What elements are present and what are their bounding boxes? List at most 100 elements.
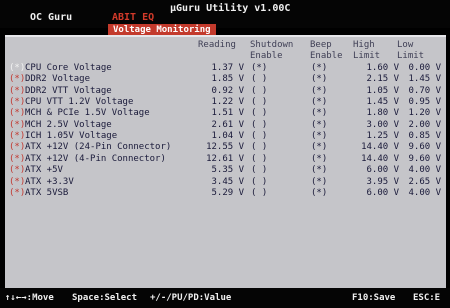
monitor-toggle[interactable]: (*) [9,131,25,142]
voltage-reading: 12.55 V [206,142,244,153]
monitor-toggle[interactable]: (*) [9,154,25,165]
voltage-reading: 1.85 V [211,74,244,85]
low-limit-value[interactable]: 9.60 V [399,142,441,153]
shutdown-toggle[interactable]: ( ) [251,131,267,142]
low-limit-value[interactable]: 0.00 V [399,63,441,74]
beep-toggle[interactable]: (*) [311,142,327,153]
monitor-toggle[interactable]: (*) [9,188,25,199]
app-title: μGuru Utility v1.00C [170,3,291,14]
beep-toggle[interactable]: (*) [311,86,327,97]
low-limit-value[interactable]: 0.70 V [399,86,441,97]
title-bar: μGuru Utility v1.00C OC Guru ABIT EQ [0,0,450,28]
voltage-row[interactable]: (*) ATX +12V (24-Pin Connector) 12.55 V( )… [5,142,446,153]
hint-exit: ESC:E [413,293,441,303]
shutdown-toggle[interactable]: (*) [251,63,267,74]
beep-toggle[interactable]: (*) [311,188,327,199]
low-limit-value[interactable]: 4.00 V [399,188,441,199]
high-limit-value[interactable]: 1.80 V [351,108,399,119]
low-limit-value[interactable]: 0.95 V [399,97,441,108]
shutdown-toggle[interactable]: ( ) [251,120,267,131]
monitor-toggle[interactable]: (*) [9,120,25,131]
voltage-reading: 1.04 V [211,131,244,142]
voltage-reading: 2.61 V [211,119,244,130]
shutdown-toggle[interactable]: ( ) [251,86,267,97]
high-limit-value[interactable]: 14.40 V [351,142,399,153]
low-limit-value[interactable]: 0.85 V [399,131,441,142]
monitor-toggle[interactable]: (*) [9,86,25,97]
voltage-reading: 5.35 V [211,165,244,176]
shutdown-toggle[interactable]: ( ) [251,154,267,165]
monitor-toggle[interactable]: (*) [9,97,25,108]
voltage-row[interactable]: (*) CPU VTT 1.2V Voltage 1.22 V( ) (*) 1.45 … [5,97,446,108]
high-limit-value[interactable]: 1.25 V [351,131,399,142]
beep-toggle[interactable]: (*) [311,165,327,176]
low-limit-value[interactable]: 2.00 V [399,120,441,131]
voltage-row[interactable]: (*) ATX +12V (4-Pin Connector) 12.61 V( )(… [5,154,446,165]
voltage-label: DDR2 Voltage [25,74,91,85]
high-limit-value[interactable]: 14.40 V [351,154,399,165]
low-limit-value[interactable]: 9.60 V [399,154,441,165]
voltage-row[interactable]: (*) DDR2 Voltage 1.85 V( ) (*) 2.15 V 1.45 V [5,74,446,85]
menu-oc-guru[interactable]: OC Guru [30,12,72,23]
shutdown-toggle[interactable]: ( ) [251,165,267,176]
high-limit-value[interactable]: 3.00 V [351,120,399,131]
voltage-label: ATX 5VSB [25,187,69,198]
high-limit-value[interactable]: 3.95 V [351,177,399,188]
voltage-row[interactable]: (*) ATX 5VSB 5.29 V( ) (*) 6.00 V 4.00 V [5,188,446,199]
hint-save: F10:Save [352,293,396,303]
monitor-toggle[interactable]: (*) [9,177,25,188]
monitor-toggle[interactable]: (*) [9,63,25,74]
voltage-row[interactable]: (*) MCH & PCIe 1.5V Voltage 1.51 V( ) (*) 1.… [5,108,446,119]
voltage-row[interactable]: (*) DDR2 VTT Voltage 0.92 V( ) (*) 1.05 V 0.7… [5,86,446,97]
beep-toggle[interactable]: (*) [311,63,327,74]
beep-toggle[interactable]: (*) [311,108,327,119]
shutdown-toggle[interactable]: ( ) [251,74,267,85]
voltage-row[interactable]: (*) ATX +3.3V 3.45 V( ) (*) 3.95 V 2.65 V [5,177,446,188]
menu-abit-eq[interactable]: ABIT EQ [112,12,154,23]
shutdown-toggle[interactable]: ( ) [251,177,267,188]
beep-toggle[interactable]: (*) [311,154,327,165]
high-limit-value[interactable]: 1.60 V [351,63,399,74]
voltage-reading: 1.22 V [211,97,244,108]
hint-value: +/-/PU/PD:Value [150,293,232,303]
monitor-toggle[interactable]: (*) [9,142,25,153]
beep-toggle[interactable]: (*) [311,177,327,188]
header-beep-1: Beep [310,40,332,50]
monitor-toggle[interactable]: (*) [9,74,25,85]
high-limit-value[interactable]: 1.05 V [351,86,399,97]
voltage-row[interactable]: (*) ATX +5V 5.35 V( ) (*) 6.00 V 4.00 V [5,165,446,176]
voltage-row[interactable]: (*) MCH 2.5V Voltage 2.61 V( ) (*) 3.00 V 2.0… [5,120,446,131]
low-limit-value[interactable]: 4.00 V [399,165,441,176]
beep-toggle[interactable]: (*) [311,74,327,85]
shutdown-toggle[interactable]: ( ) [251,97,267,108]
header-shutdown-2: Enable [250,51,283,61]
voltage-reading: 0.92 V [211,85,244,96]
high-limit-value[interactable]: 1.45 V [351,97,399,108]
header-beep-2: Enable [310,51,343,61]
voltage-label: MCH & PCIe 1.5V Voltage [25,108,150,119]
voltage-reading: 3.45 V [211,176,244,187]
voltage-row[interactable]: (*) ICH 1.05V Voltage 1.04 V( ) (*) 1.25 V 0.… [5,131,446,142]
monitor-toggle[interactable]: (*) [9,108,25,119]
low-limit-value[interactable]: 1.20 V [399,108,441,119]
monitor-toggle[interactable]: (*) [9,165,25,176]
voltage-reading: 5.29 V [211,187,244,198]
high-limit-value[interactable]: 2.15 V [351,74,399,85]
beep-toggle[interactable]: (*) [311,120,327,131]
voltage-label: ATX +3.3V [25,176,74,187]
shutdown-toggle[interactable]: ( ) [251,188,267,199]
shutdown-toggle[interactable]: ( ) [251,142,267,153]
header-high-2: Limit [353,51,381,61]
header-low-2: Limit [397,51,425,61]
voltage-row[interactable]: (*) CPU Core Voltage 1.37 V (*) (*) 1.60 V 0.0… [5,63,446,74]
shutdown-toggle[interactable]: ( ) [251,108,267,119]
voltage-reading: 12.61 V [206,153,244,164]
beep-toggle[interactable]: (*) [311,131,327,142]
high-limit-value[interactable]: 6.00 V [351,165,399,176]
beep-toggle[interactable]: (*) [311,97,327,108]
low-limit-value[interactable]: 1.45 V [399,74,441,85]
voltage-reading: 1.51 V [211,108,244,119]
voltage-label: DDR2 VTT Voltage [25,85,112,96]
low-limit-value[interactable]: 2.65 V [399,177,441,188]
high-limit-value[interactable]: 6.00 V [351,188,399,199]
